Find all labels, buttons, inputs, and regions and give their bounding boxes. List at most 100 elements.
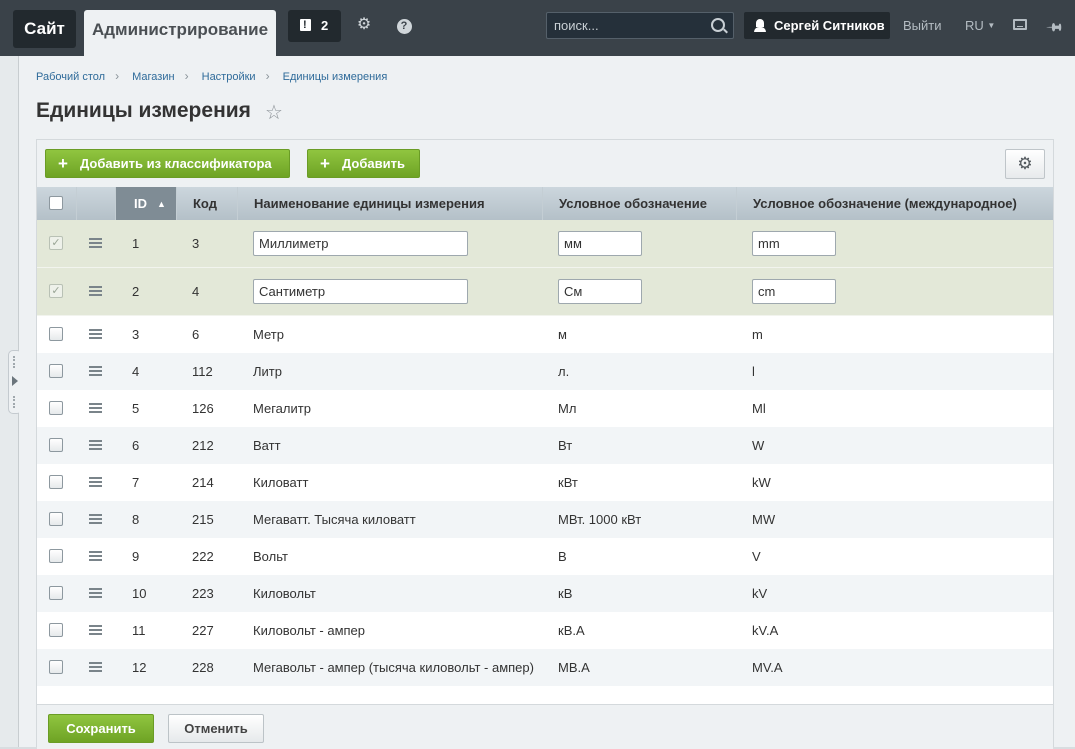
row-menu-icon[interactable] — [89, 403, 102, 413]
row-checkbox[interactable] — [49, 623, 63, 637]
row-checkbox[interactable] — [49, 549, 63, 563]
table-row[interactable]: 11 227 Киловольт - ампер кВ.А kV.A — [37, 612, 1053, 649]
notifications-button[interactable]: 2 — [288, 9, 341, 42]
table-row[interactable]: 7 214 Киловатт кВт kW — [37, 464, 1053, 501]
table-row[interactable]: 5 126 Мегалитр Мл Ml — [37, 390, 1053, 427]
cell-name: Мегалитр — [253, 401, 311, 416]
keyboard-icon[interactable] — [1013, 19, 1027, 30]
table-row[interactable]: 3 6 Метр м m — [37, 316, 1053, 353]
row-menu-icon[interactable] — [89, 625, 102, 635]
tab-site[interactable]: Сайт — [13, 10, 76, 48]
cell-code: 222 — [192, 549, 214, 564]
cell-symbol: МВ.А — [558, 660, 590, 675]
row-checkbox[interactable] — [49, 475, 63, 489]
favorite-star-icon[interactable]: ☆ — [265, 100, 283, 125]
search-input[interactable] — [547, 13, 714, 38]
select-all-checkbox[interactable] — [49, 196, 63, 210]
column-header-symbol[interactable]: Условное обозначение — [543, 187, 737, 220]
table-row[interactable]: 9 222 Вольт В V — [37, 538, 1053, 575]
table-row[interactable]: ✓ 1 3 — [37, 220, 1053, 268]
header-checkbox-cell — [37, 187, 77, 220]
symbol-input[interactable] — [558, 279, 642, 304]
symbol-input[interactable] — [558, 231, 642, 256]
notifications-count: 2 — [321, 18, 329, 33]
search-icon[interactable] — [711, 18, 725, 32]
row-menu-icon[interactable] — [89, 440, 102, 450]
logout-link[interactable]: Выйти — [903, 18, 942, 33]
grid-settings-button[interactable]: ⚙ — [1005, 149, 1045, 179]
column-header-code[interactable]: Код — [177, 187, 238, 220]
name-input[interactable] — [253, 231, 468, 256]
add-from-classifier-label: Добавить из классификатора — [80, 156, 272, 171]
table-row[interactable]: ✓ 2 4 — [37, 268, 1053, 316]
row-checkbox[interactable] — [49, 586, 63, 600]
cell-name: Ватт — [253, 438, 281, 453]
add-button[interactable]: + Добавить — [307, 149, 420, 178]
row-checkbox[interactable] — [49, 438, 63, 452]
notification-icon — [300, 9, 311, 41]
cell-symbol — [558, 220, 642, 267]
add-from-classifier-button[interactable]: + Добавить из классификатора — [45, 149, 290, 178]
row-menu-icon[interactable] — [89, 366, 102, 376]
row-checkbox[interactable] — [49, 364, 63, 378]
row-menu-icon[interactable] — [89, 329, 102, 339]
breadcrumb-item[interactable]: Единицы измерения — [283, 71, 388, 83]
cell-symbol — [558, 268, 642, 315]
user-button[interactable]: Сергей Ситников — [744, 12, 890, 39]
cell-name: Мегаватт. Тысяча киловатт — [253, 512, 416, 527]
row-checkbox[interactable] — [49, 660, 63, 674]
row-checkbox[interactable] — [49, 401, 63, 415]
table-row[interactable]: 8 215 Мегаватт. Тысяча киловатт МВт. 1000 к… — [37, 501, 1053, 538]
row-checkbox[interactable] — [49, 512, 63, 526]
language-selector[interactable]: RU ▼ — [965, 18, 995, 33]
cell-id: 11 — [132, 623, 146, 638]
row-menu-icon[interactable] — [89, 551, 102, 561]
intl-symbol-input[interactable] — [752, 279, 836, 304]
table-row[interactable]: 6 212 Ватт Вт W — [37, 427, 1053, 464]
row-menu-icon[interactable] — [89, 477, 102, 487]
row-menu-icon[interactable] — [89, 588, 102, 598]
column-header-id[interactable]: ID ▲ — [116, 187, 177, 220]
row-menu-icon[interactable] — [89, 514, 102, 524]
chevron-right-icon — [12, 376, 18, 386]
cell-name: Киловольт — [253, 586, 316, 601]
cell-name: Киловатт — [253, 475, 309, 490]
cell-symbol: кВ — [558, 586, 573, 601]
cell-name: Литр — [253, 364, 282, 379]
cancel-button[interactable]: Отменить — [168, 714, 264, 743]
table-body: ✓13✓2436Метрмm4112Литрл.l5126МегалитрМлM… — [37, 220, 1053, 704]
help-icon[interactable]: ? — [395, 16, 413, 34]
cell-symbol: Вт — [558, 438, 573, 453]
breadcrumb-item[interactable]: Настройки — [202, 71, 256, 83]
cell-id: 2 — [132, 284, 140, 299]
row-checkbox[interactable] — [49, 327, 63, 341]
cell-symbol: кВ.А — [558, 623, 585, 638]
cell-intl-symbol: MW — [752, 512, 776, 527]
cell-id: 7 — [132, 475, 140, 490]
cell-name: Киловольт - ампер — [253, 623, 366, 638]
table-row[interactable]: 12 228 Мегавольт - ампер (тысяча киловольт… — [37, 649, 1053, 686]
page-title: Единицы измерения — [36, 99, 251, 122]
cell-intl-symbol: l — [752, 364, 755, 379]
name-input[interactable] — [253, 279, 468, 304]
cell-intl-symbol — [752, 220, 836, 267]
save-button[interactable]: Сохранить — [48, 714, 154, 743]
intl-symbol-input[interactable] — [752, 231, 836, 256]
gear-icon[interactable]: ⚙ — [355, 16, 373, 34]
table-row[interactable]: 10 223 Киловольт кВ kV — [37, 575, 1053, 612]
row-menu-icon[interactable] — [89, 286, 102, 296]
cell-name: Мегавольт - ампер (тысяча киловольт - ам… — [253, 660, 534, 675]
add-label: Добавить — [342, 156, 405, 171]
cell-intl-symbol: kW — [752, 475, 771, 490]
tab-administration[interactable]: Администрирование — [84, 10, 276, 56]
row-checkbox[interactable]: ✓ — [49, 284, 63, 298]
table-row[interactable]: 4 112 Литр л. l — [37, 353, 1053, 390]
breadcrumb-item[interactable]: Рабочий стол — [36, 71, 105, 83]
pin-icon[interactable]: 🖈 — [1040, 15, 1067, 42]
row-menu-icon[interactable] — [89, 238, 102, 248]
breadcrumb-item[interactable]: Магазин — [132, 71, 174, 83]
column-header-intl-symbol[interactable]: Условное обозначение (международное) — [737, 187, 1053, 220]
row-menu-icon[interactable] — [89, 662, 102, 672]
row-checkbox[interactable]: ✓ — [49, 236, 63, 250]
column-header-name[interactable]: Наименование единицы измерения — [238, 187, 543, 220]
